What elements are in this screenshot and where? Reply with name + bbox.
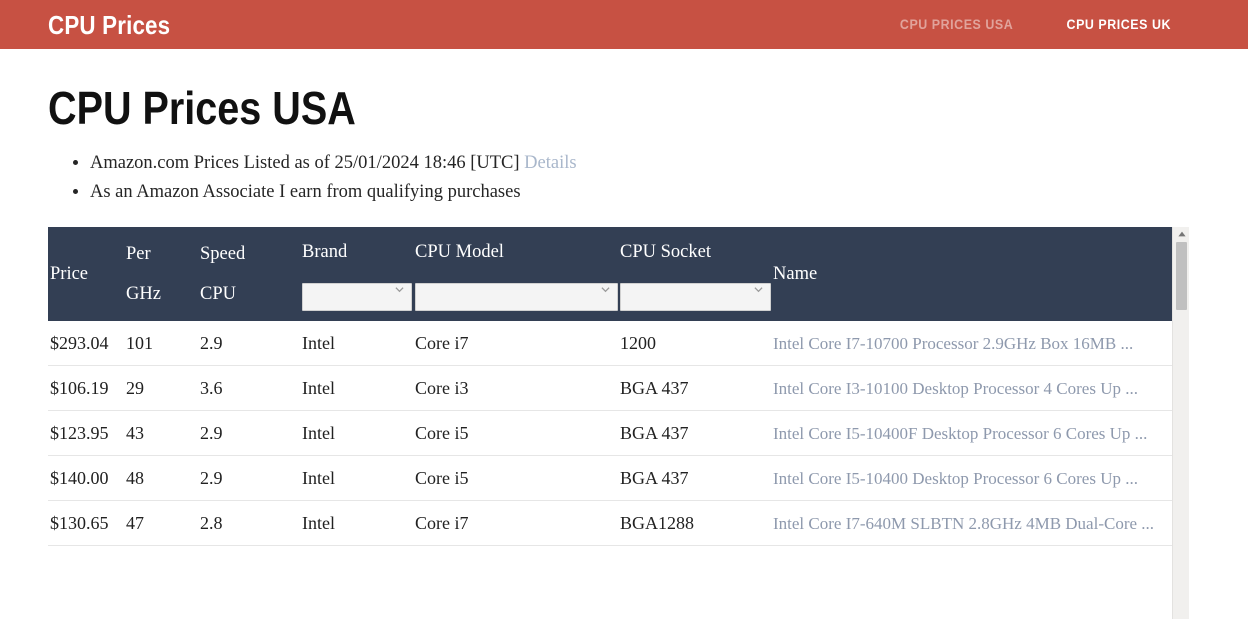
- top-navbar: CPU Prices CPU Prices USA CPU Prices UK: [0, 0, 1248, 49]
- cell-cpu-model: Core i7: [413, 321, 618, 366]
- cell-brand: Intel: [300, 411, 413, 456]
- cell-name: Intel Core I7-640M SLBTN 2.8GHz 4MB Dual…: [771, 501, 1172, 546]
- navbar-links: CPU Prices USA CPU Prices UK: [895, 0, 1176, 49]
- cell-price: $140.00: [48, 456, 124, 501]
- cell-name: Intel Core I7-10700 Processor 2.9GHz Box…: [771, 321, 1172, 366]
- cell-per-ghz: 43: [124, 411, 198, 456]
- cpu-socket-filter-select[interactable]: [620, 283, 771, 311]
- product-name-link[interactable]: Intel Core I7-10700 Processor 2.9GHz Box…: [773, 334, 1133, 353]
- cell-name: Intel Core I3-10100 Desktop Processor 4 …: [771, 366, 1172, 411]
- scroll-up-arrow-icon[interactable]: [1173, 227, 1190, 242]
- column-header-per-ghz-label2: GHz: [126, 274, 198, 314]
- note-associate-disclosure-text: As an Amazon Associate I earn from quali…: [90, 182, 521, 202]
- column-header-brand[interactable]: Brand: [300, 227, 413, 321]
- cpu-model-filter-select[interactable]: [415, 283, 618, 311]
- cell-cpu-model: Core i5: [413, 411, 618, 456]
- cell-cpu-socket: 1200: [618, 321, 771, 366]
- page-content: CPU Prices USA Amazon.com Prices Listed …: [0, 84, 1248, 546]
- cell-brand: Intel: [300, 321, 413, 366]
- cell-price: $130.65: [48, 501, 124, 546]
- column-header-cpu-socket-label: CPU Socket: [620, 232, 771, 272]
- brand-filter-box: [302, 276, 412, 316]
- cell-brand: Intel: [300, 456, 413, 501]
- cell-cpu-socket: BGA 437: [618, 411, 771, 456]
- scrollbar-thumb[interactable]: [1176, 242, 1187, 310]
- cpu-prices-table: Price Per GHz Speed CPU: [48, 227, 1172, 547]
- table-row: $123.95 43 2.9 Intel Core i5 BGA 437 Int…: [48, 411, 1172, 456]
- product-name-link[interactable]: Intel Core I7-640M SLBTN 2.8GHz 4MB Dual…: [773, 514, 1154, 533]
- cell-per-ghz: 47: [124, 501, 198, 546]
- table-row: $140.00 48 2.9 Intel Core i5 BGA 437 Int…: [48, 456, 1172, 501]
- column-header-price[interactable]: Price: [48, 227, 124, 321]
- product-name-link[interactable]: Intel Core I5-10400F Desktop Processor 6…: [773, 424, 1147, 443]
- column-header-per-ghz[interactable]: Per GHz: [124, 227, 198, 321]
- cell-speed: 2.9: [198, 411, 300, 456]
- cell-per-ghz: 48: [124, 456, 198, 501]
- column-header-speed-cpu[interactable]: Speed CPU: [198, 227, 300, 321]
- cell-price: $123.95: [48, 411, 124, 456]
- nav-link-cpu-prices-usa[interactable]: CPU Prices USA: [900, 17, 1013, 32]
- cell-name: Intel Core I5-10400F Desktop Processor 6…: [771, 411, 1172, 456]
- cell-per-ghz: 101: [124, 321, 198, 366]
- nav-link-cpu-prices-uk[interactable]: CPU Prices UK: [1067, 17, 1171, 32]
- cell-name: Intel Core I5-10400 Desktop Processor 6 …: [771, 456, 1172, 501]
- column-header-speed-cpu-label1: Speed: [200, 234, 300, 274]
- column-header-cpu-socket[interactable]: CPU Socket: [618, 227, 771, 321]
- note-prices-listed: Amazon.com Prices Listed as of 25/01/202…: [90, 149, 1248, 178]
- cell-cpu-socket: BGA 437: [618, 366, 771, 411]
- cell-cpu-socket: BGA1288: [618, 501, 771, 546]
- table-header-row: Price Per GHz Speed CPU: [48, 227, 1172, 321]
- cell-cpu-model: Core i5: [413, 456, 618, 501]
- note-prices-listed-text: Amazon.com Prices Listed as of 25/01/202…: [90, 153, 520, 173]
- table-row: $293.04 101 2.9 Intel Core i7 1200 Intel…: [48, 321, 1172, 366]
- column-header-name-label: Name: [773, 254, 1172, 294]
- cell-cpu-model: Core i7: [413, 501, 618, 546]
- table-row: $106.19 29 3.6 Intel Core i3 BGA 437 Int…: [48, 366, 1172, 411]
- details-link[interactable]: Details: [524, 153, 576, 173]
- brand-filter-select[interactable]: [302, 283, 412, 311]
- page-title: CPU Prices USA: [48, 84, 1080, 133]
- column-header-price-label: Price: [50, 254, 124, 294]
- cpu-model-filter-box: [415, 276, 618, 316]
- column-header-per-ghz-label1: Per: [126, 234, 198, 274]
- column-header-brand-label: Brand: [302, 232, 413, 272]
- cpu-table-container: Price Per GHz Speed CPU: [48, 227, 1172, 547]
- product-name-link[interactable]: Intel Core I5-10400 Desktop Processor 6 …: [773, 469, 1138, 488]
- cell-speed: 2.9: [198, 456, 300, 501]
- brand-filter-wrap: [302, 272, 413, 316]
- vertical-scrollbar[interactable]: [1172, 227, 1189, 619]
- column-header-name[interactable]: Name: [771, 227, 1172, 321]
- cell-per-ghz: 29: [124, 366, 198, 411]
- column-header-cpu-model[interactable]: CPU Model: [413, 227, 618, 321]
- cell-speed: 2.8: [198, 501, 300, 546]
- cpu-model-filter-wrap: [415, 272, 618, 316]
- table-row: $130.65 47 2.8 Intel Core i7 BGA1288 Int…: [48, 501, 1172, 546]
- cell-price: $293.04: [48, 321, 124, 366]
- cpu-socket-filter-wrap: [620, 272, 771, 316]
- cell-brand: Intel: [300, 501, 413, 546]
- notes-list: Amazon.com Prices Listed as of 25/01/202…: [48, 149, 1248, 207]
- cell-speed: 2.9: [198, 321, 300, 366]
- cell-speed: 3.6: [198, 366, 300, 411]
- cell-cpu-model: Core i3: [413, 366, 618, 411]
- product-name-link[interactable]: Intel Core I3-10100 Desktop Processor 4 …: [773, 379, 1138, 398]
- note-associate-disclosure: As an Amazon Associate I earn from quali…: [90, 178, 1248, 207]
- cpu-socket-filter-box: [620, 276, 771, 316]
- brand-title[interactable]: CPU Prices: [48, 12, 170, 38]
- table-body: $293.04 101 2.9 Intel Core i7 1200 Intel…: [48, 321, 1172, 546]
- cell-price: $106.19: [48, 366, 124, 411]
- cell-cpu-socket: BGA 437: [618, 456, 771, 501]
- cell-brand: Intel: [300, 366, 413, 411]
- table-header: Price Per GHz Speed CPU: [48, 227, 1172, 321]
- column-header-speed-cpu-label2: CPU: [200, 274, 300, 314]
- column-header-cpu-model-label: CPU Model: [415, 232, 618, 272]
